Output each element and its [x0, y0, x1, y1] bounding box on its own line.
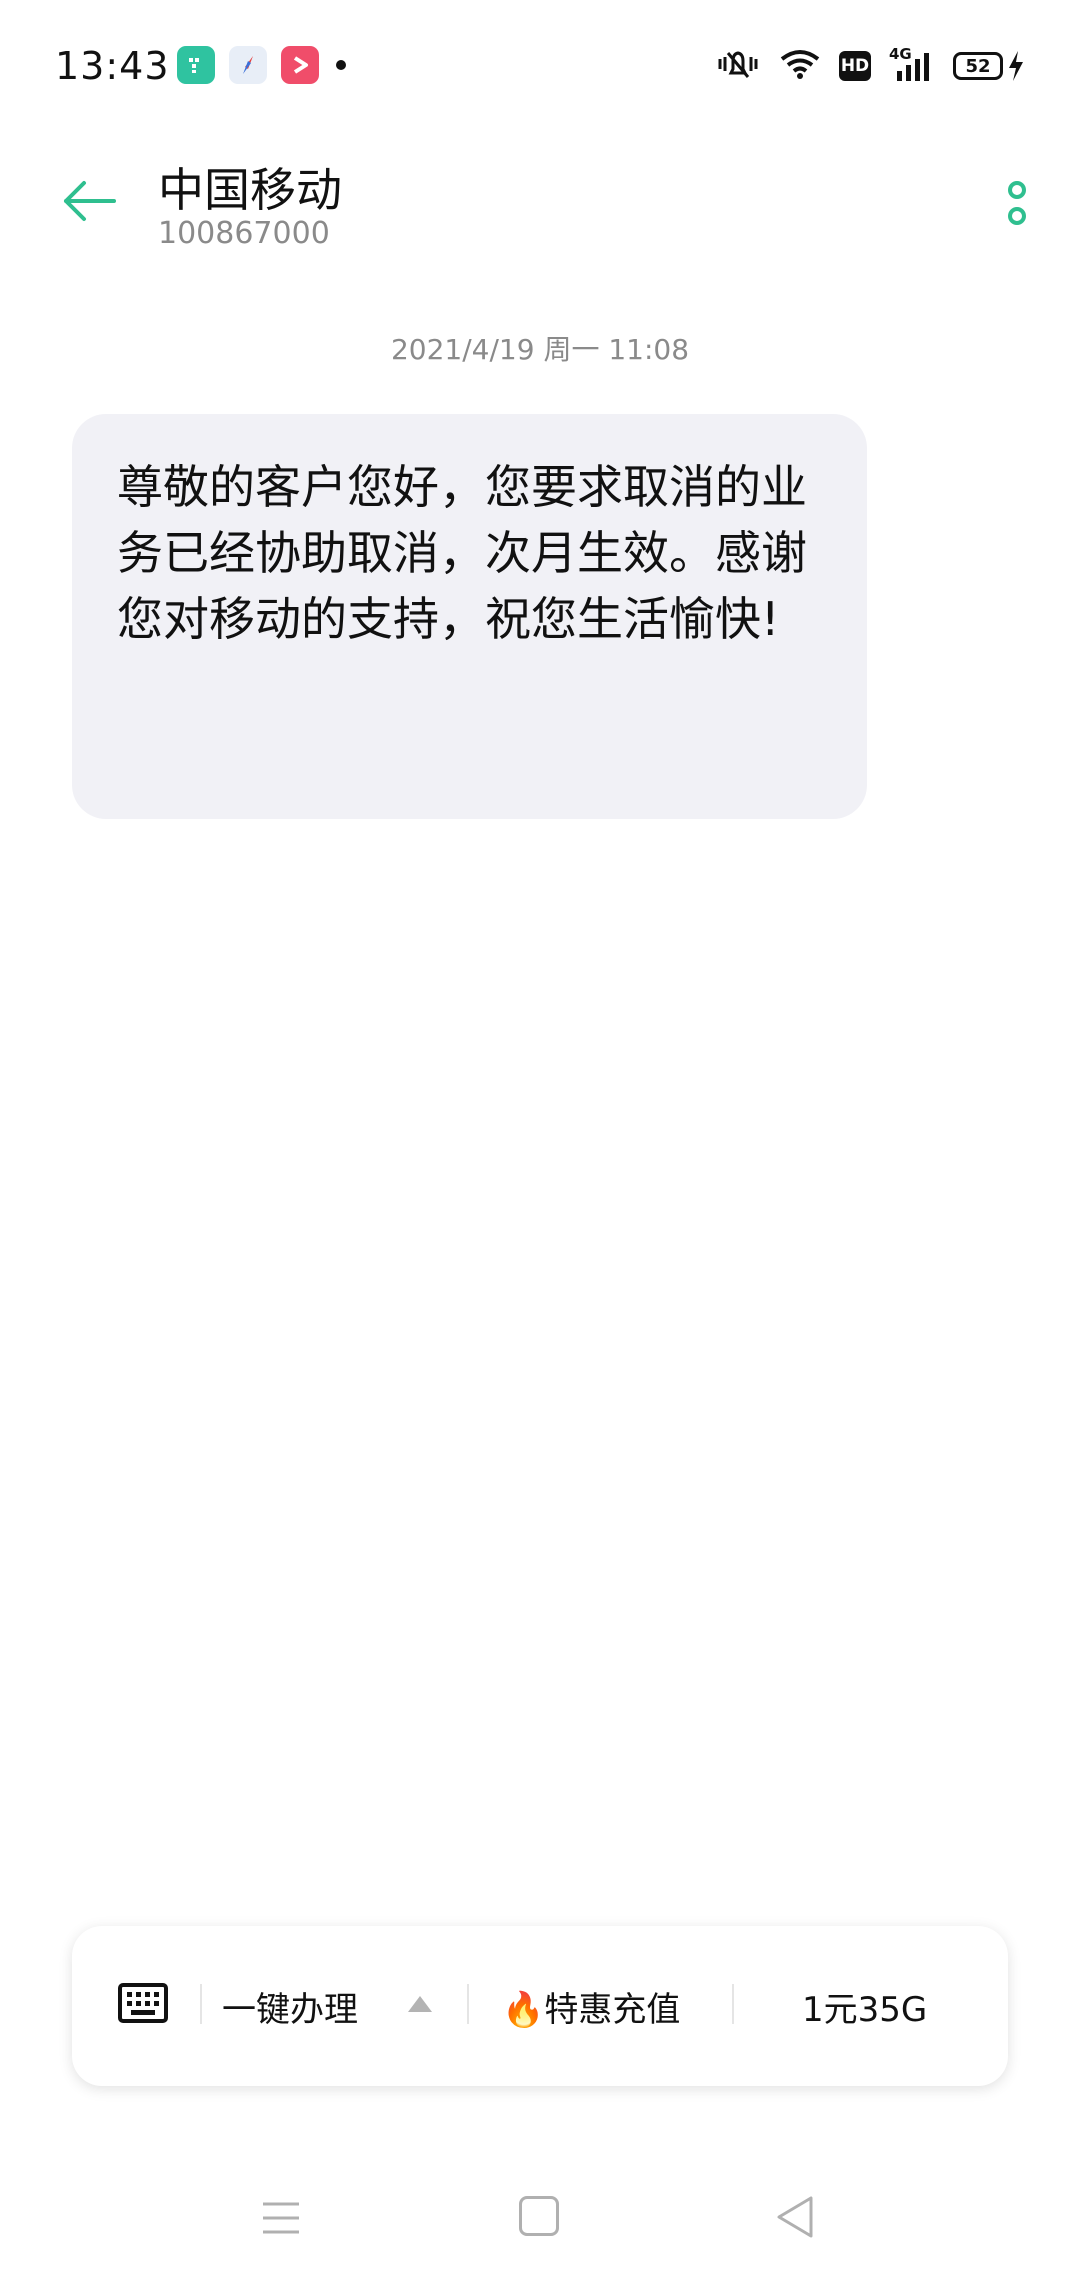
- divider: [467, 1984, 469, 2024]
- quick-action-recharge[interactable]: 🔥特惠充值: [502, 1982, 680, 2031]
- battery-icon: 52: [953, 52, 1003, 80]
- system-back-button[interactable]: [775, 2194, 815, 2240]
- more-options-button[interactable]: [1002, 176, 1032, 236]
- back-button[interactable]: [60, 176, 120, 226]
- contact-number: 100867000: [158, 216, 330, 251]
- hd-icon: HD: [839, 51, 871, 81]
- message-text: 尊敬的客户您好，您要求取消的业务已经协助取消，次月生效。感谢您对移动的支持，祝您…: [117, 460, 807, 646]
- divider: [732, 1984, 734, 2024]
- back-arrow-icon: [64, 181, 116, 221]
- system-nav-bar: [0, 2160, 1080, 2280]
- divider: [200, 1984, 202, 2024]
- keyboard-toggle-button[interactable]: [117, 1981, 169, 2027]
- conversation-header: 中国移动 100867000: [0, 140, 1080, 270]
- wifi-icon: [779, 48, 821, 84]
- app-notification-icon: [177, 46, 215, 84]
- status-time: 13:43: [55, 44, 170, 88]
- signal-4g-icon: 4G: [889, 45, 935, 83]
- quick-action-bar: 一键办理 🔥特惠充值 1元35G: [72, 1926, 1008, 2086]
- home-button[interactable]: [519, 2196, 559, 2236]
- caret-up-icon[interactable]: [408, 1996, 432, 2012]
- video-app-icon: [281, 46, 319, 84]
- status-bar: 13:43 HD 4G 52: [0, 0, 1080, 130]
- compass-icon: [229, 46, 267, 84]
- charging-icon: [1009, 51, 1023, 81]
- more-notifications-dot: [336, 60, 346, 70]
- quick-action-data-plan[interactable]: 1元35G: [802, 1982, 927, 2031]
- recents-button[interactable]: [260, 2198, 302, 2238]
- silent-vibrate-icon: [715, 47, 761, 85]
- message-bubble[interactable]: 尊敬的客户您好，您要求取消的业务已经协助取消，次月生效。感谢您对移动的支持，祝您…: [72, 414, 867, 819]
- triangle-back-icon: [777, 2196, 813, 2238]
- menu-icon: [263, 2202, 299, 2234]
- contact-name: 中国移动: [158, 163, 342, 217]
- message-timestamp: 2021/4/19 周一 11:08: [390, 333, 690, 366]
- keyboard-icon: [118, 1983, 168, 2023]
- more-vertical-icon: [1008, 181, 1026, 225]
- quick-action-one-click[interactable]: 一键办理: [222, 1982, 358, 2031]
